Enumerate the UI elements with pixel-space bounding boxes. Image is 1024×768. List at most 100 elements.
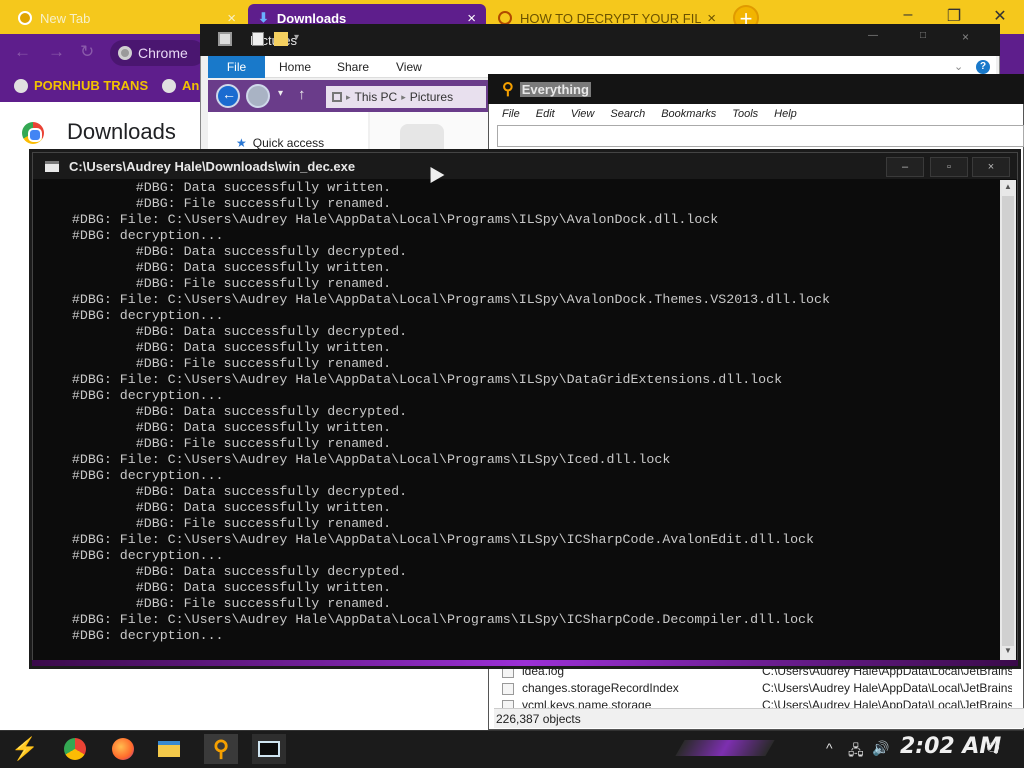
- file-path: C:\Users\Audrey Hale\AppData\Local\JetBr…: [762, 664, 1012, 678]
- list-item[interactable]: changes.storageRecordIndex C:\Users\Audr…: [494, 681, 1014, 698]
- breadcrumb[interactable]: ▸ This PC ▸ Pictures: [326, 86, 486, 108]
- new-folder-icon[interactable]: [274, 32, 288, 46]
- taskbar-decoration: [675, 740, 775, 756]
- menu-edit[interactable]: Edit: [528, 108, 563, 120]
- explorer-maximize-button[interactable]: □: [920, 30, 926, 41]
- window-accent-border: [32, 660, 1018, 666]
- chevron-up-icon[interactable]: ^: [826, 740, 833, 756]
- console-line: #DBG: File successfully renamed.: [40, 516, 392, 531]
- chrome-icon[interactable]: [58, 734, 92, 764]
- properties-icon[interactable]: [252, 32, 264, 46]
- list-item[interactable]: idea.log C:\Users\Audrey Hale\AppData\Lo…: [494, 664, 1014, 681]
- scrollbar-thumb[interactable]: [1002, 196, 1014, 646]
- console-line: #DBG: File: C:\Users\Audrey Hale\AppData…: [40, 452, 671, 467]
- explorer-minimize-button[interactable]: —: [868, 30, 878, 41]
- everything-title: Everything: [519, 81, 591, 97]
- breadcrumb-item[interactable]: This PC: [355, 90, 398, 104]
- nav-item-quick-access[interactable]: ★ Quick access: [236, 136, 324, 150]
- list-item[interactable]: vcml.keys.name.storage C:\Users\Audrey H…: [494, 698, 1014, 708]
- console-output: #DBG: Data successfully written. #DBG: F…: [40, 180, 996, 654]
- bookmark-item[interactable]: PORNHUB TRANS: [14, 78, 148, 93]
- scroll-down-arrow-icon[interactable]: ▼: [1000, 644, 1016, 658]
- chrome-close-button[interactable]: ✕: [980, 6, 1020, 26]
- console-line: #DBG: Data successfully written.: [40, 580, 392, 595]
- image-thumbnail[interactable]: [400, 124, 444, 154]
- explorer-close-button[interactable]: ×: [962, 30, 969, 44]
- menu-bookmarks[interactable]: Bookmarks: [653, 108, 724, 120]
- page-title: Downloads: [67, 119, 176, 144]
- magnifier-icon: ⚲: [502, 81, 514, 98]
- bookmark-item[interactable]: An: [162, 78, 199, 93]
- everything-title-bar: ⚲ Everything: [488, 74, 1024, 104]
- console-icon: [45, 160, 59, 172]
- ribbon-expand-icon[interactable]: ⌄: [954, 60, 963, 73]
- file-name: changes.storageRecordIndex: [522, 681, 679, 695]
- file-icon: [502, 700, 514, 708]
- console-line: #DBG: Data successfully written.: [40, 420, 392, 435]
- menu-help[interactable]: Help: [766, 108, 805, 120]
- console-line: #DBG: File: C:\Users\Audrey Hale\AppData…: [40, 292, 830, 307]
- help-icon[interactable]: ?: [976, 60, 990, 74]
- console-line: #DBG: Data successfully decrypted.: [40, 404, 408, 419]
- file-explorer-icon[interactable]: [152, 734, 186, 764]
- ribbon-tab-share[interactable]: Share: [337, 60, 369, 74]
- console-close-button[interactable]: ×: [972, 157, 1010, 177]
- globe-icon: [498, 11, 512, 25]
- menu-tools[interactable]: Tools: [724, 108, 766, 120]
- reload-icon[interactable]: ↻: [80, 42, 94, 62]
- console-line: #DBG: Data successfully decrypted.: [40, 484, 408, 499]
- address-bar[interactable]: Chrome: [110, 40, 205, 66]
- console-line: #DBG: decryption...: [40, 228, 224, 243]
- up-arrow-icon[interactable]: ↑: [298, 86, 306, 103]
- console-line: #DBG: Data successfully decrypted.: [40, 244, 408, 259]
- breadcrumb-item[interactable]: Pictures: [410, 90, 453, 104]
- console-maximize-button[interactable]: ▫: [930, 157, 968, 177]
- back-icon[interactable]: ←: [14, 42, 31, 62]
- notifications-icon[interactable]: 🗨: [984, 740, 1002, 757]
- menu-file[interactable]: File: [494, 108, 528, 120]
- file-name: vcml.keys.name.storage: [522, 698, 652, 708]
- scroll-up-arrow-icon[interactable]: ▲: [1000, 180, 1016, 194]
- console-title: C:\Users\Audrey Hale\Downloads\win_dec.e…: [69, 158, 356, 174]
- menu-search[interactable]: Search: [602, 108, 653, 120]
- everything-menu-bar: File Edit View Search Bookmarks Tools He…: [494, 104, 1024, 124]
- chrome-minimize-button[interactable]: –: [888, 6, 928, 24]
- bookmark-label: An: [182, 78, 200, 93]
- console-icon[interactable]: [252, 734, 286, 764]
- console-line: #DBG: Data successfully written.: [40, 500, 392, 515]
- console-line: #DBG: decryption...: [40, 388, 224, 403]
- console-minimize-button[interactable]: –: [886, 157, 924, 177]
- ribbon-tab-home[interactable]: Home: [279, 60, 311, 74]
- start-icon[interactable]: ⚡: [8, 734, 42, 764]
- ribbon-tab-view[interactable]: View: [396, 60, 422, 74]
- everything-search-input[interactable]: [497, 125, 1024, 147]
- console-line: #DBG: File: C:\Users\Audrey Hale\AppData…: [40, 372, 783, 387]
- console-title-bar: C:\Users\Audrey Hale\Downloads\win_dec.e…: [33, 153, 1017, 179]
- console-line: #DBG: decryption...: [40, 308, 224, 323]
- bookmark-icon: [162, 78, 176, 93]
- address-bar-label: Chrome: [138, 45, 188, 61]
- console-line: #DBG: File successfully renamed.: [40, 436, 392, 451]
- console-line: #DBG: Data successfully written.: [40, 180, 392, 195]
- console-line: #DBG: File: C:\Users\Audrey Hale\AppData…: [40, 212, 719, 227]
- star-icon: ★: [236, 136, 247, 150]
- chrome-maximize-button[interactable]: ❐: [934, 6, 974, 26]
- console-line: #DBG: File: C:\Users\Audrey Hale\AppData…: [40, 532, 815, 547]
- console-line: #DBG: File successfully renamed.: [40, 276, 392, 291]
- forward-icon[interactable]: →: [48, 42, 65, 62]
- everything-icon[interactable]: ⚲: [204, 734, 238, 764]
- firefox-icon[interactable]: [106, 734, 140, 764]
- ribbon-tab-file[interactable]: File: [208, 56, 265, 78]
- console-line: #DBG: Data successfully decrypted.: [40, 564, 408, 579]
- file-path: C:\Users\Audrey Hale\AppData\Local\JetBr…: [762, 698, 1012, 708]
- console-line: #DBG: File successfully renamed.: [40, 196, 392, 211]
- quick-access-toolbar-dropdown-icon[interactable]: ▾: [294, 32, 299, 43]
- recent-locations-icon[interactable]: ▾: [278, 88, 283, 99]
- volume-icon[interactable]: 🔊: [872, 740, 889, 757]
- menu-view[interactable]: View: [563, 108, 603, 120]
- network-icon[interactable]: 🖧: [848, 740, 864, 764]
- console-line: #DBG: File: C:\Users\Audrey Hale\AppData…: [40, 612, 815, 627]
- chrome-tab-icon: [18, 11, 32, 25]
- file-icon: [502, 683, 514, 695]
- forward-button[interactable]: [246, 84, 270, 108]
